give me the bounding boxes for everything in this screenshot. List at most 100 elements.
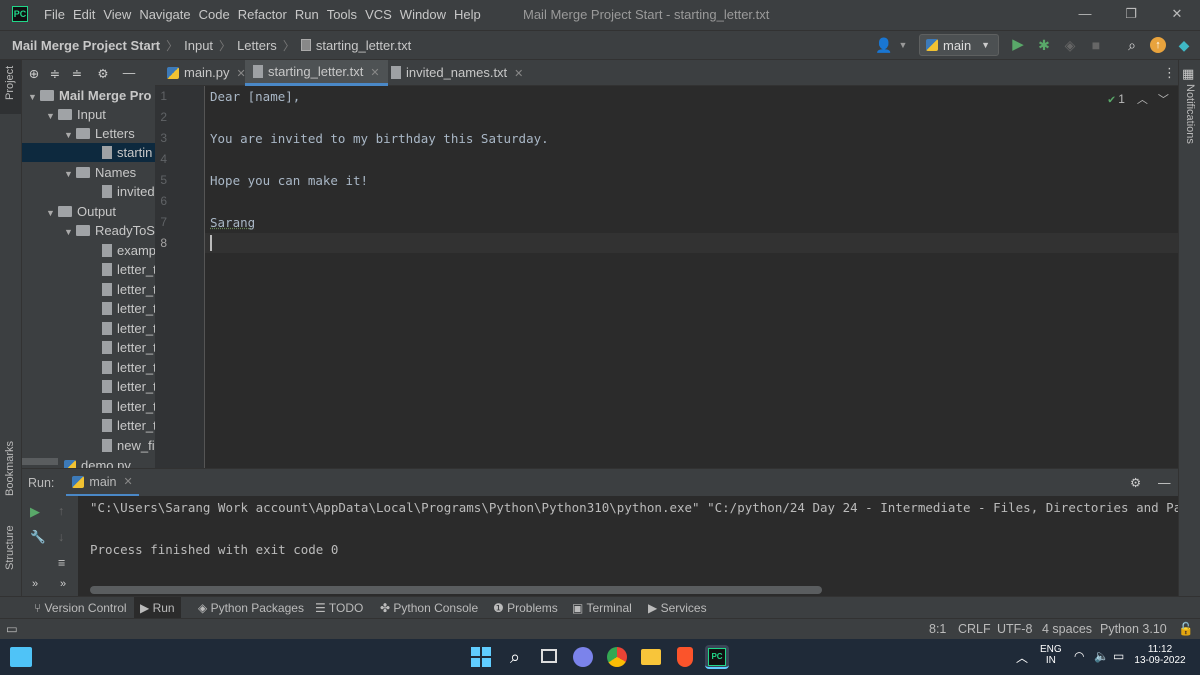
tree-item-letters[interactable]: ▼ Letters [64,124,135,143]
user-icon[interactable]: 👤 [874,35,894,55]
file-encoding[interactable]: UTF-8 [997,619,1032,640]
arrow-down-icon[interactable]: ↓ [58,530,64,544]
close-window-button[interactable]: ✕ [1154,0,1200,30]
run-console[interactable]: "C:\Users\Sarang Work account\AppData\Lo… [78,496,1178,596]
inspection-widget[interactable]: ✔ 1 ︿ ﹀ [1108,91,1169,107]
gear-icon[interactable]: ⚙ [1130,475,1141,490]
menu-window[interactable]: Window [396,0,450,30]
menu-refactor[interactable]: Refactor [234,0,291,30]
debug-icon[interactable]: ✱ [1034,35,1054,55]
input-language[interactable]: ENG IN [1040,644,1062,666]
tree-item-file[interactable]: letter_t [102,260,155,279]
tab-invited-names[interactable]: invited_names.txt ✕ [383,60,531,86]
widgets-icon[interactable] [10,647,32,667]
rerun-icon[interactable]: ▶ [30,504,40,520]
collapse-all-icon[interactable]: ≐ [66,66,88,81]
close-icon[interactable]: ✕ [370,67,379,79]
code-editor[interactable]: Dear [name], You are invited to my birth… [205,86,1178,468]
tree-item-invited-names[interactable]: invited [102,182,155,201]
tool-tab-terminal[interactable]: ▣ Terminal [572,597,632,619]
tool-tab-version-control[interactable]: ⑂ Version Control [34,597,127,619]
update-icon[interactable]: ↑ [1148,35,1168,55]
gear-icon[interactable]: ⚙ [88,66,118,81]
battery-icon[interactable]: ▭ [1113,649,1124,663]
structure-stripe-label[interactable]: Structure [4,525,16,570]
menu-tools[interactable]: Tools [323,0,361,30]
menu-vcs[interactable]: VCS [361,0,396,30]
clock[interactable]: 11:12 13-09-2022 [1134,644,1186,666]
restore-button[interactable]: ❐ [1108,0,1154,30]
crosshair-icon[interactable]: ⊕ [24,66,44,81]
tool-tab-python-packages[interactable]: ◈ Python Packages [198,597,304,619]
windows-start-icon[interactable] [469,645,493,669]
menu-file[interactable]: File [40,0,69,30]
run-config-selector[interactable]: main ▼ [919,34,999,56]
close-icon[interactable]: ✕ [514,68,523,80]
tree-item-project-root[interactable]: ▼ Mail Merge Pro [28,86,151,105]
tree-item-output[interactable]: ▼ Output [46,202,116,221]
tool-tab-problems[interactable]: ❶ Problems [493,597,558,619]
chevron-up-icon[interactable]: ︿ [1016,649,1028,666]
tree-item-file[interactable]: letter_t [102,338,155,357]
breadcrumb-input[interactable]: Input [184,38,213,53]
menu-view[interactable]: View [99,0,135,30]
file-explorer-icon[interactable] [639,645,663,669]
tool-tab-python-console[interactable]: ✤ Python Console [380,597,478,619]
jetbrains-ai-icon[interactable]: ◆ [1174,35,1194,55]
breadcrumb-file[interactable]: starting_letter.txt [316,38,411,53]
search-icon[interactable]: ⌕ [503,645,527,669]
console-horizontal-scrollbar[interactable] [90,586,822,594]
indent-setting[interactable]: 4 spaces [1042,619,1092,640]
menu-navigate[interactable]: Navigate [135,0,194,30]
bell-icon[interactable]: ▦ [1182,66,1194,82]
search-icon[interactable]: ⌕ [1122,35,1142,55]
project-scrollbar[interactable] [22,458,58,465]
tree-item-file[interactable]: examp [102,241,155,260]
tab-starting-letter[interactable]: starting_letter.txt ✕ [245,60,388,86]
tree-item-file[interactable]: new_fil [102,436,155,455]
tree-item-names[interactable]: ▼ Names [64,163,136,182]
brave-icon[interactable] [673,645,697,669]
caret-position[interactable]: 8:1 [929,619,946,640]
tool-windows-toggle-icon[interactable]: ▭ [6,619,18,640]
chrome-icon[interactable] [605,645,629,669]
more-actions-icon[interactable]: » [60,578,66,590]
volume-icon[interactable]: 🔈 [1094,649,1109,663]
more-actions-icon[interactable]: » [32,578,38,590]
wifi-icon[interactable]: ◠ [1074,649,1084,663]
tab-main-py[interactable]: main.py ✕ [159,60,254,86]
soft-wrap-icon[interactable]: ≡ [58,556,65,570]
close-icon[interactable]: ✕ [124,475,133,488]
menu-code[interactable]: Code [195,0,234,30]
menu-run[interactable]: Run [291,0,323,30]
hide-icon[interactable]: — [118,66,140,80]
run-tab-main[interactable]: main ✕ [66,470,139,496]
hide-icon[interactable]: — [1158,476,1171,490]
breadcrumb-project[interactable]: Mail Merge Project Start [12,38,160,53]
lock-icon[interactable]: 🔓 [1178,619,1194,640]
chat-icon[interactable] [571,645,595,669]
arrow-up-icon[interactable]: ↑ [58,504,64,518]
chevron-down-icon[interactable]: ﹀ [1158,91,1169,107]
coverage-icon[interactable]: ◈ [1060,35,1080,55]
tree-item-starting-letter[interactable]: startin [22,143,155,162]
project-stripe-button[interactable]: Project [0,60,21,114]
python-interpreter[interactable]: Python 3.10 [1100,619,1167,640]
chevron-down-icon[interactable]: ▼ [893,35,913,55]
minimize-button[interactable]: — [1062,0,1108,30]
run-icon[interactable]: ▶ [1008,35,1028,55]
tool-tab-todo[interactable]: ☰ TODO [315,597,363,619]
tree-item-file[interactable]: letter_t [102,299,155,318]
tree-item-file[interactable]: letter_t [102,319,155,338]
expand-all-icon[interactable]: ≑ [44,66,66,81]
breadcrumb-letters[interactable]: Letters [237,38,277,53]
tree-item-demo-py[interactable]: demo.py [64,456,131,468]
tree-item-readytosend[interactable]: ▼ ReadyToS [64,221,155,240]
chevron-up-icon[interactable]: ︿ [1137,91,1148,107]
notifications-stripe-label[interactable]: Notifications [1184,84,1196,144]
menu-help[interactable]: Help [450,0,485,30]
wrench-icon[interactable]: 🔧 [30,530,46,545]
tree-item-file[interactable]: letter_t [102,358,155,377]
tree-item-file[interactable]: letter_t [102,280,155,299]
tool-tab-services[interactable]: ▶ Services [648,597,707,619]
